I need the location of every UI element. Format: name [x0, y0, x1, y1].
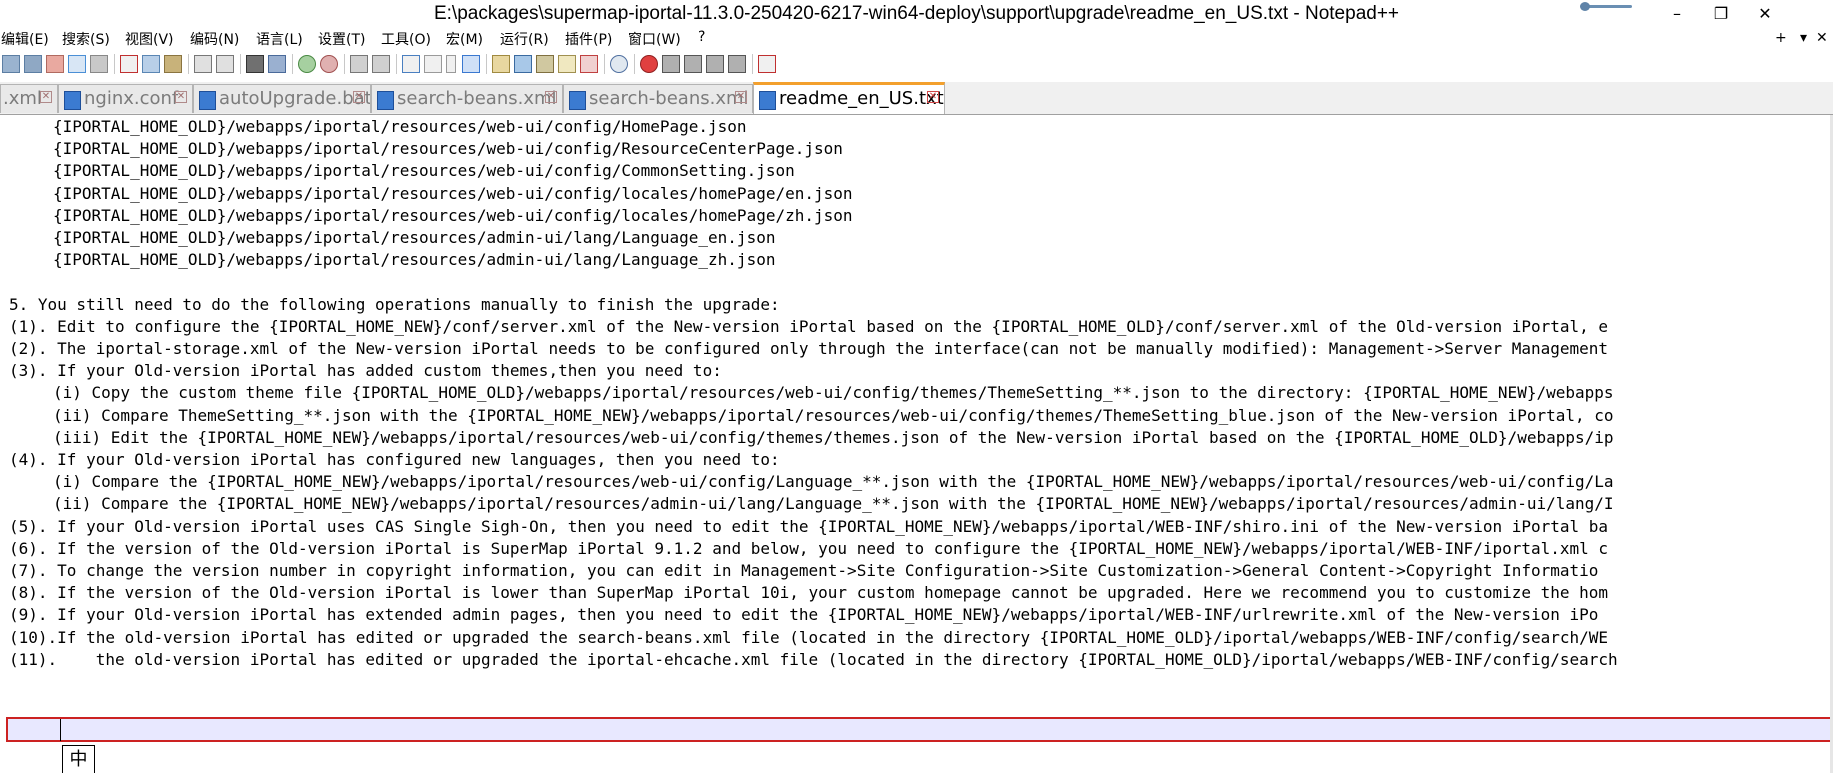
- current-line-highlight: [6, 717, 1833, 742]
- folder-as-workspace-icon[interactable]: [558, 55, 576, 73]
- menu-encoding[interactable]: 编码(N): [190, 29, 239, 49]
- toolbar-separator: [396, 54, 397, 74]
- word-wrap-icon[interactable]: [402, 55, 420, 73]
- sync-horizontal-icon[interactable]: [372, 55, 390, 73]
- play-macro-icon[interactable]: [684, 55, 702, 73]
- menu-macro[interactable]: 宏(M): [446, 29, 483, 49]
- monitoring-icon[interactable]: [580, 55, 598, 73]
- toolbar-separator: [188, 54, 189, 74]
- function-list-icon[interactable]: [536, 55, 554, 73]
- tab-autoupgrade-bat[interactable]: autoUpgrade.bat ✕: [193, 84, 371, 113]
- user-defined-language-icon[interactable]: [492, 55, 510, 73]
- print-icon[interactable]: [90, 55, 108, 73]
- replace-icon[interactable]: [268, 55, 286, 73]
- close-button[interactable]: ✕: [1743, 0, 1787, 26]
- stop-macro-icon[interactable]: [662, 55, 680, 73]
- text-editor[interactable]: {IPORTAL_HOME_OLD}/webapps/iportal/resou…: [0, 115, 1833, 773]
- text-caret: [60, 719, 61, 741]
- tab-bar: .xml ✕ nginx.conf ✕ autoUpgrade.bat ✕ se…: [0, 82, 1833, 115]
- preview-icon[interactable]: [610, 55, 628, 73]
- minimize-button[interactable]: –: [1655, 0, 1699, 26]
- menu-language[interactable]: 语言(L): [256, 29, 303, 49]
- tab-close-icon[interactable]: ✕: [545, 91, 557, 103]
- toolbar-separator: [292, 54, 293, 74]
- save-macro-icon[interactable]: [728, 55, 746, 73]
- tab-close-icon[interactable]: ✕: [353, 91, 365, 103]
- tab-label: search-beans.xml: [397, 88, 557, 109]
- file-saved-icon: [64, 91, 81, 110]
- transparency-slider[interactable]: [1580, 2, 1636, 11]
- indent-guide-icon[interactable]: [462, 55, 480, 73]
- new-tab-icon[interactable]: +: [1775, 30, 1787, 46]
- tab-close-icon[interactable]: ✕: [735, 91, 747, 103]
- tab-label: nginx.conf: [84, 88, 179, 109]
- tab-list-icon[interactable]: ▾: [1800, 30, 1807, 46]
- toolbar-separator: [752, 54, 753, 74]
- find-icon[interactable]: [246, 55, 264, 73]
- document-map-icon[interactable]: [514, 55, 532, 73]
- toolbar-separator: [344, 54, 345, 74]
- file-saved-icon: [377, 91, 394, 110]
- file-saved-icon: [199, 91, 216, 110]
- sync-vertical-icon[interactable]: [350, 55, 368, 73]
- undo-icon[interactable]: [194, 55, 212, 73]
- toolbar-separator: [604, 54, 605, 74]
- tab-label: search-beans.xml: [589, 88, 749, 109]
- menu-settings[interactable]: 设置(T): [318, 29, 365, 49]
- window-title: E:\packages\supermap-iportal-11.3.0-2504…: [433, 3, 1400, 24]
- maximize-button[interactable]: ❐: [1699, 0, 1743, 26]
- tab-label: .xml: [3, 88, 42, 109]
- open-file-icon[interactable]: [24, 55, 42, 73]
- show-all-characters-icon[interactable]: [424, 55, 442, 73]
- tab-readme-en-us-txt[interactable]: readme_en_US.txt ✕: [753, 82, 945, 114]
- toolbar-separator: [634, 54, 635, 74]
- toolbar-separator: [486, 54, 487, 74]
- file-saved-icon: [569, 91, 586, 110]
- menu-plugins[interactable]: 插件(P): [565, 29, 612, 49]
- record-macro-icon[interactable]: [640, 55, 658, 73]
- new-file-icon[interactable]: [2, 55, 20, 73]
- dropdown-icon[interactable]: [446, 55, 456, 73]
- plugin-icon[interactable]: [758, 55, 776, 73]
- toolbar-separator: [114, 54, 115, 74]
- ime-mode-indicator[interactable]: 中: [62, 745, 95, 773]
- tab-close-icon[interactable]: ✕: [40, 91, 52, 103]
- toolbar: [0, 48, 1833, 80]
- menu-bar: 编辑(E) 搜索(S) 视图(V) 编码(N) 语言(L) 设置(T) 工具(O…: [0, 27, 1833, 48]
- slider-track: [1584, 5, 1632, 8]
- menu-help[interactable]: ?: [698, 29, 705, 45]
- redo-icon[interactable]: [216, 55, 234, 73]
- zoom-out-icon[interactable]: [320, 55, 338, 73]
- tab-label: autoUpgrade.bat: [219, 88, 371, 109]
- tab-xml[interactable]: .xml ✕: [0, 84, 58, 113]
- editor-line: (11). the old-version iPortal has edited…: [9, 649, 1618, 669]
- tab-close-icon[interactable]: ✕: [175, 91, 187, 103]
- editor-line: {IPORTAL_HOME_OLD}/webapps/iportal/resou…: [53, 250, 776, 270]
- tab-search-beans-xml-2[interactable]: search-beans.xml ✕: [563, 84, 753, 113]
- cut-icon[interactable]: [120, 55, 138, 73]
- tab-nginx-conf[interactable]: nginx.conf ✕: [58, 84, 193, 113]
- save-all-icon[interactable]: [68, 55, 86, 73]
- tab-close-icon[interactable]: ✕: [927, 91, 939, 103]
- copy-icon[interactable]: [142, 55, 160, 73]
- file-saved-icon: [759, 91, 776, 110]
- save-icon[interactable]: [46, 55, 64, 73]
- zoom-in-icon[interactable]: [298, 55, 316, 73]
- menu-run[interactable]: 运行(R): [500, 29, 549, 49]
- run-macro-multiple-icon[interactable]: [706, 55, 724, 73]
- tab-label: readme_en_US.txt: [779, 88, 944, 109]
- menu-window[interactable]: 窗口(W): [628, 29, 681, 49]
- tab-search-beans-xml-1[interactable]: search-beans.xml ✕: [371, 84, 563, 113]
- menu-tools[interactable]: 工具(O): [381, 29, 431, 49]
- menu-edit[interactable]: 编辑(E): [1, 29, 49, 49]
- menu-search[interactable]: 搜索(S): [62, 29, 110, 49]
- menu-view[interactable]: 视图(V): [125, 29, 174, 49]
- title-bar: E:\packages\supermap-iportal-11.3.0-2504…: [0, 0, 1833, 27]
- close-document-icon[interactable]: ✕: [1816, 30, 1828, 46]
- slider-knob[interactable]: [1580, 2, 1590, 11]
- toolbar-separator: [240, 54, 241, 74]
- paste-icon[interactable]: [164, 55, 182, 73]
